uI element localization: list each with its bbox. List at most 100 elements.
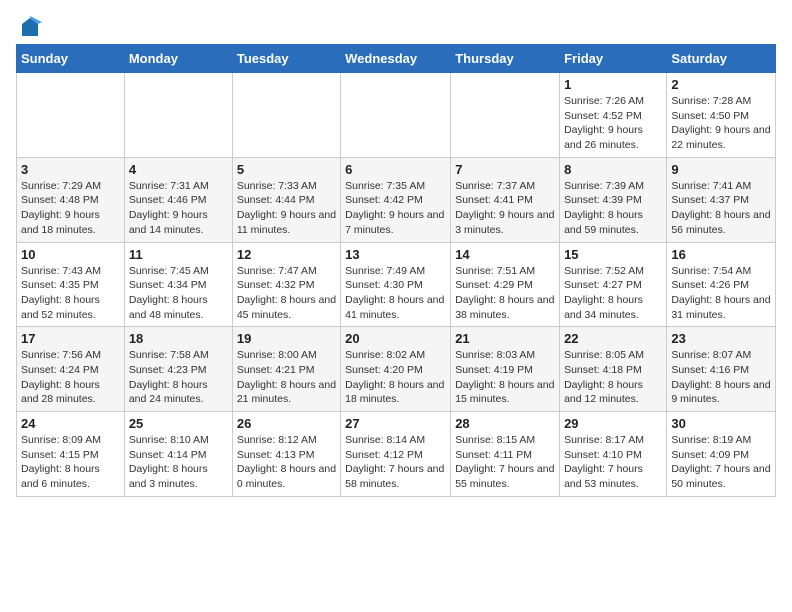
logo (16, 16, 42, 36)
calendar-cell: 22Sunrise: 8:05 AMSunset: 4:18 PMDayligh… (560, 327, 667, 412)
day-number: 28 (455, 416, 555, 431)
day-info: Sunrise: 7:45 AMSunset: 4:34 PMDaylight:… (129, 264, 228, 323)
day-number: 18 (129, 331, 228, 346)
day-number: 13 (345, 247, 446, 262)
day-info: Sunrise: 7:35 AMSunset: 4:42 PMDaylight:… (345, 179, 446, 238)
day-number: 4 (129, 162, 228, 177)
col-header-tuesday: Tuesday (232, 45, 340, 73)
day-number: 16 (671, 247, 771, 262)
day-info: Sunrise: 8:03 AMSunset: 4:19 PMDaylight:… (455, 348, 555, 407)
day-info: Sunrise: 7:28 AMSunset: 4:50 PMDaylight:… (671, 94, 771, 153)
day-number: 30 (671, 416, 771, 431)
day-info: Sunrise: 8:14 AMSunset: 4:12 PMDaylight:… (345, 433, 446, 492)
day-info: Sunrise: 8:12 AMSunset: 4:13 PMDaylight:… (237, 433, 336, 492)
calendar-cell: 6 Sunrise: 7:35 AMSunset: 4:42 PMDaylight… (341, 157, 451, 242)
calendar-cell: 20Sunrise: 8:02 AMSunset: 4:20 PMDayligh… (341, 327, 451, 412)
day-info: Sunrise: 7:26 AMSunset: 4:52 PMDaylight:… (564, 94, 662, 153)
day-info: Sunrise: 8:02 AMSunset: 4:20 PMDaylight:… (345, 348, 446, 407)
col-header-sunday: Sunday (17, 45, 125, 73)
day-info: Sunrise: 8:17 AMSunset: 4:10 PMDaylight:… (564, 433, 662, 492)
calendar-cell: 11 Sunrise: 7:45 AMSunset: 4:34 PMDayligh… (124, 242, 232, 327)
calendar-cell: 2 Sunrise: 7:28 AMSunset: 4:50 PMDaylight… (667, 73, 776, 158)
day-number: 17 (21, 331, 120, 346)
calendar-cell (124, 73, 232, 158)
calendar-cell: 21 Sunrise: 8:03 AMSunset: 4:19 PMDayligh… (451, 327, 560, 412)
day-info: Sunrise: 7:41 AMSunset: 4:37 PMDaylight:… (671, 179, 771, 238)
day-number: 2 (671, 77, 771, 92)
calendar-cell: 9 Sunrise: 7:41 AMSunset: 4:37 PMDaylight… (667, 157, 776, 242)
day-number: 19 (237, 331, 336, 346)
calendar-cell: 15 Sunrise: 7:52 AMSunset: 4:27 PMDayligh… (560, 242, 667, 327)
day-info: Sunrise: 7:52 AMSunset: 4:27 PMDaylight:… (564, 264, 662, 323)
day-number: 1 (564, 77, 662, 92)
calendar-cell: 30 Sunrise: 8:19 AMSunset: 4:09 PMDayligh… (667, 412, 776, 497)
calendar-cell: 16 Sunrise: 7:54 AMSunset: 4:26 PMDayligh… (667, 242, 776, 327)
calendar-cell (232, 73, 340, 158)
day-number: 6 (345, 162, 446, 177)
header (16, 16, 776, 36)
calendar-cell: 28Sunrise: 8:15 AMSunset: 4:11 PMDayligh… (451, 412, 560, 497)
calendar-cell: 29Sunrise: 8:17 AMSunset: 4:10 PMDayligh… (560, 412, 667, 497)
day-info: Sunrise: 7:37 AMSunset: 4:41 PMDaylight:… (455, 179, 555, 238)
day-number: 15 (564, 247, 662, 262)
calendar-cell: 26 Sunrise: 8:12 AMSunset: 4:13 PMDayligh… (232, 412, 340, 497)
day-number: 25 (129, 416, 228, 431)
day-number: 21 (455, 331, 555, 346)
calendar-cell (341, 73, 451, 158)
day-number: 5 (237, 162, 336, 177)
day-number: 12 (237, 247, 336, 262)
col-header-monday: Monday (124, 45, 232, 73)
week-row-5: 24 Sunrise: 8:09 AMSunset: 4:15 PMDayligh… (17, 412, 776, 497)
col-header-saturday: Saturday (667, 45, 776, 73)
day-info: Sunrise: 8:19 AMSunset: 4:09 PMDaylight:… (671, 433, 771, 492)
calendar-cell (451, 73, 560, 158)
col-header-wednesday: Wednesday (341, 45, 451, 73)
day-info: Sunrise: 7:51 AMSunset: 4:29 PMDaylight:… (455, 264, 555, 323)
day-info: Sunrise: 7:47 AMSunset: 4:32 PMDaylight:… (237, 264, 336, 323)
calendar-cell: 17 Sunrise: 7:56 AMSunset: 4:24 PMDayligh… (17, 327, 125, 412)
calendar-cell: 12 Sunrise: 7:47 AMSunset: 4:32 PMDayligh… (232, 242, 340, 327)
day-info: Sunrise: 8:10 AMSunset: 4:14 PMDaylight:… (129, 433, 228, 492)
day-number: 9 (671, 162, 771, 177)
day-info: Sunrise: 7:29 AMSunset: 4:48 PMDaylight:… (21, 179, 120, 238)
day-number: 14 (455, 247, 555, 262)
day-info: Sunrise: 8:07 AMSunset: 4:16 PMDaylight:… (671, 348, 771, 407)
day-info: Sunrise: 7:31 AMSunset: 4:46 PMDaylight:… (129, 179, 228, 238)
calendar-cell: 10 Sunrise: 7:43 AMSunset: 4:35 PMDayligh… (17, 242, 125, 327)
calendar-cell: 8 Sunrise: 7:39 AMSunset: 4:39 PMDaylight… (560, 157, 667, 242)
day-info: Sunrise: 7:58 AMSunset: 4:23 PMDaylight:… (129, 348, 228, 407)
day-number: 3 (21, 162, 120, 177)
calendar-cell: 13 Sunrise: 7:49 AMSunset: 4:30 PMDayligh… (341, 242, 451, 327)
day-number: 7 (455, 162, 555, 177)
day-number: 24 (21, 416, 120, 431)
day-number: 10 (21, 247, 120, 262)
week-row-1: 1 Sunrise: 7:26 AMSunset: 4:52 PMDaylight… (17, 73, 776, 158)
calendar-cell: 4 Sunrise: 7:31 AMSunset: 4:46 PMDaylight… (124, 157, 232, 242)
day-info: Sunrise: 8:00 AMSunset: 4:21 PMDaylight:… (237, 348, 336, 407)
calendar-cell: 24 Sunrise: 8:09 AMSunset: 4:15 PMDayligh… (17, 412, 125, 497)
day-info: Sunrise: 7:43 AMSunset: 4:35 PMDaylight:… (21, 264, 120, 323)
day-info: Sunrise: 7:49 AMSunset: 4:30 PMDaylight:… (345, 264, 446, 323)
logo-icon (18, 16, 42, 40)
calendar-table: SundayMondayTuesdayWednesdayThursdayFrid… (16, 44, 776, 497)
day-info: Sunrise: 7:54 AMSunset: 4:26 PMDaylight:… (671, 264, 771, 323)
calendar-cell: 25 Sunrise: 8:10 AMSunset: 4:14 PMDayligh… (124, 412, 232, 497)
day-info: Sunrise: 8:09 AMSunset: 4:15 PMDaylight:… (21, 433, 120, 492)
calendar-cell: 3 Sunrise: 7:29 AMSunset: 4:48 PMDaylight… (17, 157, 125, 242)
day-number: 8 (564, 162, 662, 177)
day-number: 26 (237, 416, 336, 431)
col-header-thursday: Thursday (451, 45, 560, 73)
calendar-cell (17, 73, 125, 158)
calendar-cell: 18 Sunrise: 7:58 AMSunset: 4:23 PMDayligh… (124, 327, 232, 412)
day-info: Sunrise: 7:56 AMSunset: 4:24 PMDaylight:… (21, 348, 120, 407)
calendar-cell: 5Sunrise: 7:33 AMSunset: 4:44 PMDaylight… (232, 157, 340, 242)
day-info: Sunrise: 7:39 AMSunset: 4:39 PMDaylight:… (564, 179, 662, 238)
calendar-cell: 23 Sunrise: 8:07 AMSunset: 4:16 PMDayligh… (667, 327, 776, 412)
week-row-2: 3 Sunrise: 7:29 AMSunset: 4:48 PMDaylight… (17, 157, 776, 242)
day-number: 11 (129, 247, 228, 262)
calendar-cell: 27 Sunrise: 8:14 AMSunset: 4:12 PMDayligh… (341, 412, 451, 497)
col-header-friday: Friday (560, 45, 667, 73)
calendar-cell: 19 Sunrise: 8:00 AMSunset: 4:21 PMDayligh… (232, 327, 340, 412)
day-number: 23 (671, 331, 771, 346)
day-number: 27 (345, 416, 446, 431)
